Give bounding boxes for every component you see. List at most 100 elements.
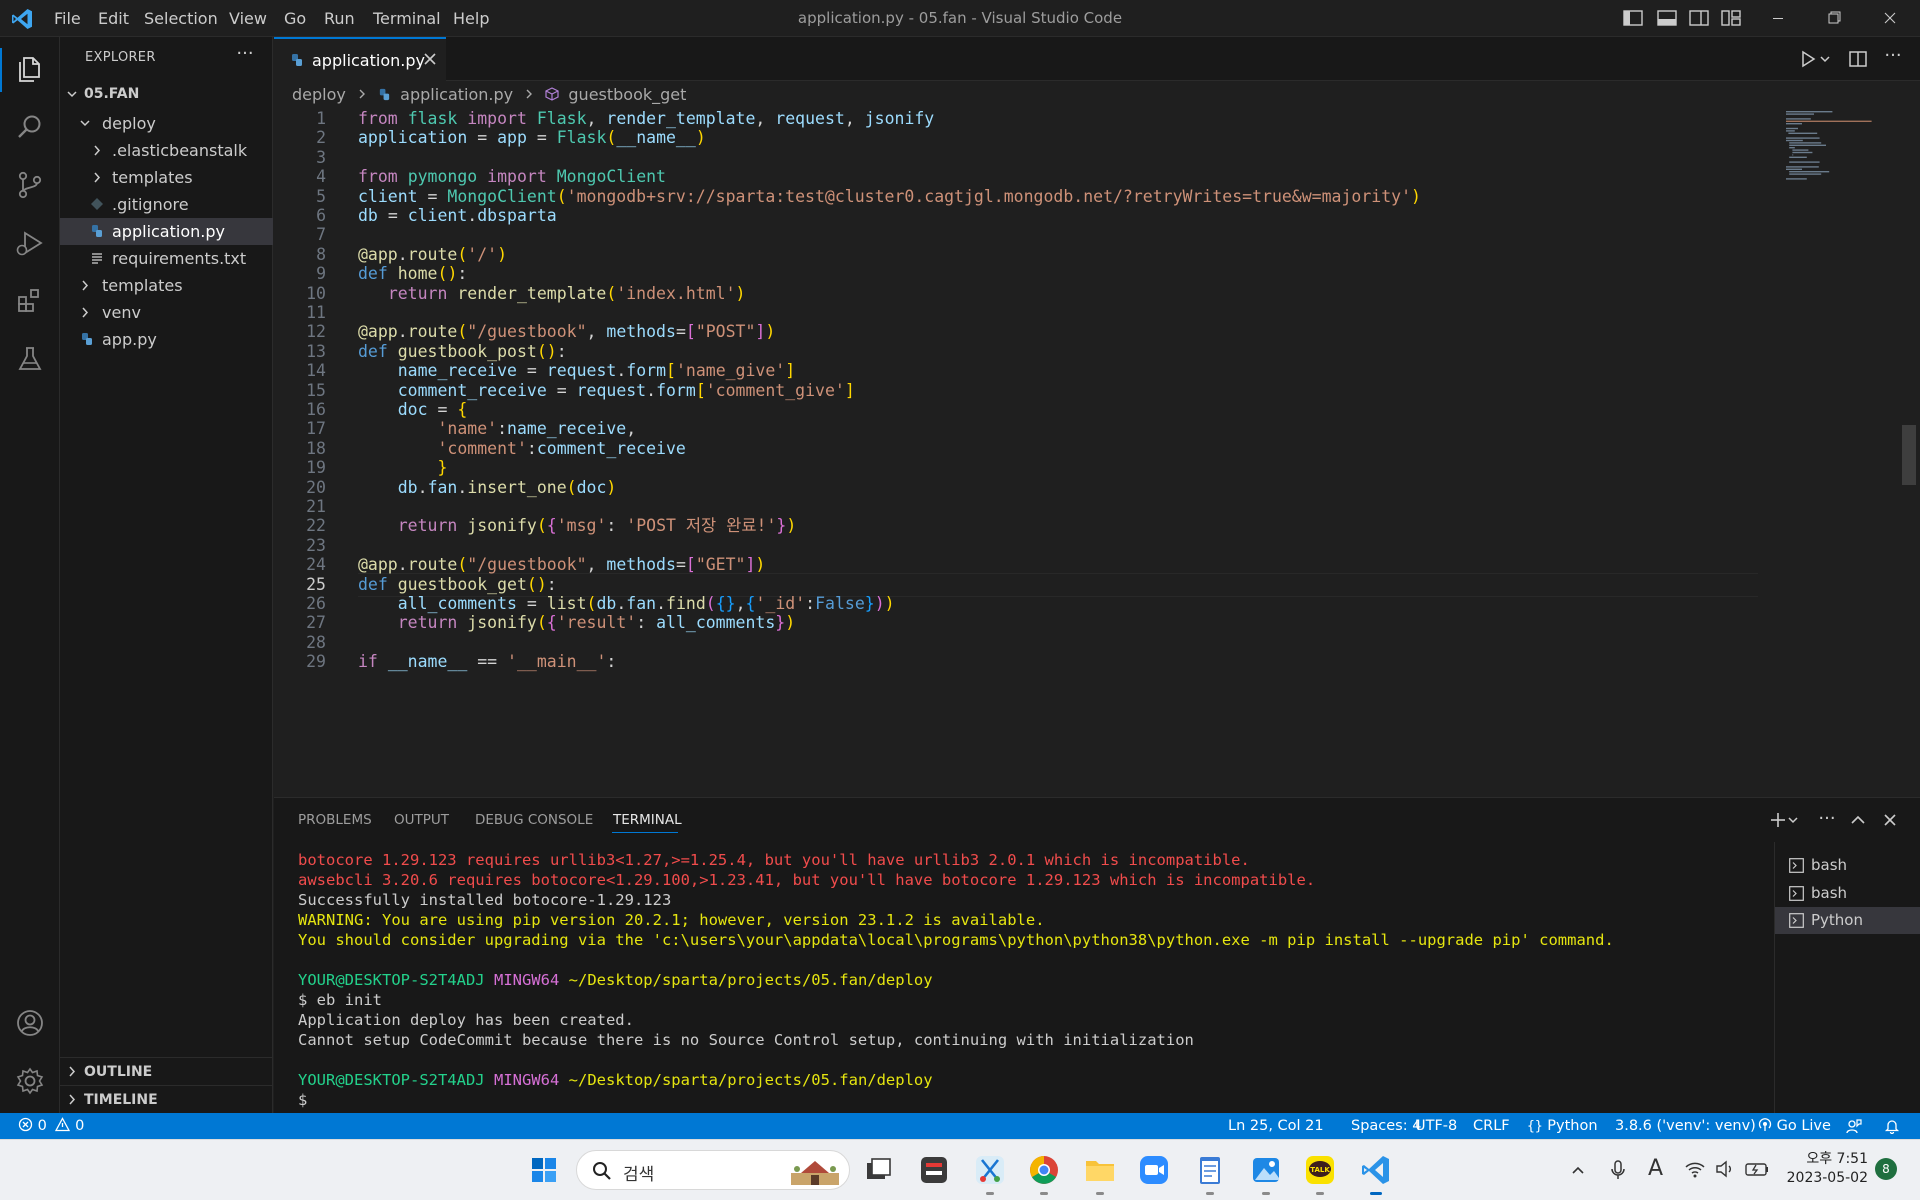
notifications-bell-icon[interactable]	[1884, 1118, 1900, 1134]
tab-application-py[interactable]: application.py	[274, 37, 446, 81]
indentation-status[interactable]: Spaces: 4	[1351, 1113, 1421, 1139]
menu-selection[interactable]: Selection	[135, 0, 227, 37]
zoom-icon[interactable]	[1134, 1150, 1174, 1190]
menu-terminal[interactable]: Terminal	[364, 0, 450, 37]
extensions-icon[interactable]	[12, 283, 48, 319]
tree-file-app-py[interactable]: app.py	[60, 326, 273, 353]
terminal-output[interactable]: botocore 1.29.123 requires urllib3<1.27,…	[298, 850, 1798, 1114]
outline-section-header[interactable]: OUTLINE	[60, 1057, 273, 1085]
snipping-app-icon[interactable]	[914, 1150, 954, 1190]
error-icon	[18, 1117, 33, 1132]
symbol-method-icon	[545, 87, 559, 101]
tree-folder-templates-deploy[interactable]: templates	[60, 164, 273, 191]
error-count: 0	[37, 1118, 47, 1134]
menu-edit[interactable]: Edit	[89, 0, 138, 37]
battery-icon[interactable]	[1744, 1158, 1770, 1180]
tree-folder-templates[interactable]: templates	[60, 272, 273, 299]
minimap[interactable]	[1784, 109, 1874, 209]
snipping-tool-icon[interactable]	[970, 1150, 1010, 1190]
run-debug-icon[interactable]	[12, 225, 48, 261]
chevron-down-icon[interactable]	[1786, 808, 1800, 832]
close-window-icon[interactable]	[1862, 0, 1918, 37]
panel-more-actions-button[interactable]: ···	[1814, 808, 1840, 832]
explorer-icon[interactable]	[12, 51, 48, 87]
vscode-logo-icon[interactable]	[10, 7, 34, 31]
minimize-icon[interactable]	[1750, 0, 1806, 37]
photos-icon[interactable]	[1246, 1150, 1286, 1190]
terminal-line: YOUR@DESKTOP-S2T4ADJ MINGW64 ~/Desktop/s…	[298, 1070, 933, 1090]
terminal-item-bash-1[interactable]: bash	[1775, 852, 1920, 879]
terminal-item-bash-2[interactable]: bash	[1775, 880, 1920, 907]
task-view-icon[interactable]	[858, 1150, 898, 1190]
tree-folder-elasticbeanstalk[interactable]: .elasticbeanstalk	[60, 137, 273, 164]
feedback-icon[interactable]	[1846, 1118, 1862, 1134]
tab-close-icon[interactable]	[420, 48, 440, 70]
breadcrumb-folder[interactable]: deploy	[292, 85, 346, 104]
tree-folder-deploy[interactable]: deploy	[60, 110, 273, 137]
chevron-up-icon[interactable]	[1568, 1160, 1588, 1180]
tab-terminal[interactable]: TERMINAL	[613, 798, 682, 842]
editor-more-actions-button[interactable]: ···	[1880, 45, 1906, 69]
volume-icon[interactable]	[1714, 1158, 1736, 1180]
taskbar-search-box[interactable]: 검색	[576, 1150, 850, 1190]
run-file-icon[interactable]	[1798, 49, 1818, 69]
file-explorer-icon[interactable]	[1080, 1150, 1120, 1190]
explorer-more-button[interactable]: ···	[232, 43, 258, 67]
breadcrumb-symbol[interactable]: guestbook_get	[568, 85, 686, 104]
tab-output[interactable]: OUTPUT	[394, 798, 449, 842]
encoding-status[interactable]: UTF-8	[1415, 1113, 1457, 1139]
toggle-primary-sidebar-icon[interactable]	[1622, 8, 1644, 28]
tree-file-requirements[interactable]: requirements.txt	[60, 245, 273, 272]
toggle-secondary-sidebar-icon[interactable]	[1688, 8, 1710, 28]
clock-date[interactable]: 2023-05-02	[1780, 1170, 1868, 1186]
editor-scrollbar[interactable]	[1902, 109, 1916, 797]
ime-indicator-icon[interactable]: A	[1648, 1156, 1668, 1181]
clock-time[interactable]: 오후 7:51	[1794, 1148, 1868, 1168]
menu-file[interactable]: File	[45, 0, 90, 37]
language-mode-status[interactable]: {} Python	[1527, 1113, 1598, 1139]
tab-debug-console[interactable]: DEBUG CONSOLE	[475, 798, 593, 842]
eol-status[interactable]: CRLF	[1473, 1113, 1510, 1139]
menu-go[interactable]: Go	[275, 0, 315, 37]
microphone-icon[interactable]	[1608, 1158, 1628, 1182]
workspace-root[interactable]: 05.FAN	[60, 81, 273, 108]
code-line[interactable]: 29 if __name__ == '__main__':	[274, 650, 1774, 674]
svg-text:TALK: TALK	[1310, 1166, 1330, 1174]
timeline-section-header[interactable]: TIMELINE	[60, 1085, 273, 1113]
split-editor-icon[interactable]	[1848, 49, 1868, 69]
tab-problems[interactable]: PROBLEMS	[298, 798, 372, 842]
vscode-taskbar-icon[interactable]	[1356, 1150, 1396, 1190]
toggle-panel-icon[interactable]	[1656, 8, 1678, 28]
tree-file-gitignore[interactable]: .gitignore	[60, 191, 273, 218]
chevron-down-icon[interactable]	[1818, 49, 1832, 69]
menu-help[interactable]: Help	[444, 0, 498, 37]
restore-icon[interactable]	[1806, 0, 1862, 37]
problems-status[interactable]: 0 0	[18, 1113, 84, 1139]
notepad-icon[interactable]	[1190, 1150, 1230, 1190]
tree-item-label: venv	[102, 303, 141, 322]
close-panel-icon[interactable]	[1878, 808, 1902, 832]
source-control-icon[interactable]	[12, 167, 48, 203]
testing-flask-icon[interactable]	[12, 341, 48, 377]
python-interpreter-status[interactable]: 3.8.6 ('venv': venv)	[1615, 1113, 1756, 1139]
accounts-icon[interactable]	[12, 1005, 48, 1041]
chrome-icon[interactable]	[1024, 1150, 1064, 1190]
editor-scroll-thumb[interactable]	[1902, 425, 1916, 485]
menu-view[interactable]: View	[220, 0, 276, 37]
wifi-icon[interactable]	[1684, 1158, 1706, 1180]
breadcrumb-file[interactable]: application.py	[400, 85, 513, 104]
notification-count-badge[interactable]: 8	[1875, 1158, 1897, 1180]
terminal-item-python[interactable]: Python	[1775, 907, 1920, 934]
maximize-panel-chevron-up-icon[interactable]	[1846, 808, 1870, 832]
windows-start-icon[interactable]	[524, 1150, 564, 1190]
tree-folder-venv[interactable]: venv	[60, 299, 273, 326]
customize-layout-icon[interactable]	[1720, 8, 1742, 28]
code-editor[interactable]: 1 from flask import Flask, render_templat…	[274, 109, 1914, 797]
go-live-status[interactable]: Go Live	[1758, 1113, 1831, 1139]
kakaotalk-icon[interactable]: TALK	[1300, 1150, 1340, 1190]
manage-gear-icon[interactable]	[12, 1063, 48, 1099]
cursor-position-status[interactable]: Ln 25, Col 21	[1228, 1113, 1324, 1139]
search-icon[interactable]	[12, 109, 48, 145]
tree-file-application-py[interactable]: application.py	[60, 218, 273, 245]
menu-run[interactable]: Run	[315, 0, 364, 37]
